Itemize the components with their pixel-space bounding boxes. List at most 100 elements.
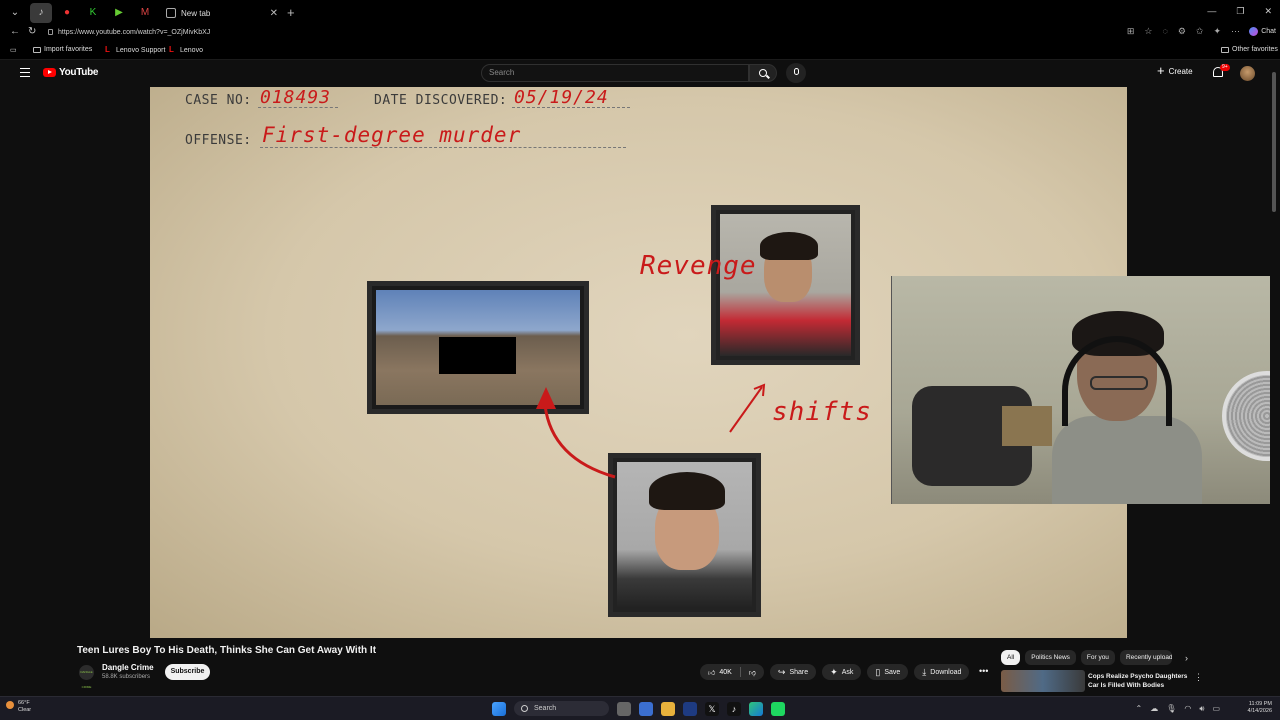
url-field[interactable]: https://www.youtube.com/watch?v=_OZjMivK… xyxy=(46,26,1116,40)
chip-for-you[interactable]: For you xyxy=(1080,650,1115,665)
subscriber-count: 58.8K subscribers xyxy=(102,674,151,680)
menu-icon[interactable] xyxy=(20,68,30,77)
new-tab-button[interactable]: + xyxy=(287,5,295,20)
weather-widget[interactable]: 66°F Clear xyxy=(6,700,32,714)
search-button[interactable] xyxy=(749,64,777,82)
recommendation-thumbnail[interactable] xyxy=(1001,670,1085,692)
tiktok-icon[interactable]: ♪ xyxy=(727,701,741,716)
apps-icon[interactable]: ⊞ xyxy=(1127,26,1135,37)
chevron-right-icon[interactable]: › xyxy=(1185,653,1188,663)
extension-icon[interactable]: ⚙ xyxy=(1178,26,1186,37)
create-button[interactable]: + Create xyxy=(1157,63,1193,78)
tab-title: New tab xyxy=(181,8,211,18)
folder-icon xyxy=(33,46,41,53)
minimize-button[interactable]: — xyxy=(1207,6,1216,17)
extensions-puzzle-icon[interactable]: ✦ xyxy=(1213,26,1221,37)
video-title: Teen Lures Boy To His Death, Thinks She … xyxy=(77,645,377,656)
chip-politics-news[interactable]: Politics News xyxy=(1025,650,1076,665)
back-button[interactable]: ← xyxy=(10,26,20,37)
download-icon: ⤓ xyxy=(922,666,927,677)
kick-tab-icon[interactable]: K xyxy=(82,3,104,23)
favorite-import[interactable]: Import favorites xyxy=(33,46,92,53)
recommendation-menu-icon[interactable]: ⋮ xyxy=(1194,672,1203,683)
youtube-logo[interactable]: YouTube xyxy=(43,67,99,78)
toolbar-icons: ⊞ ☆ ◌ ⚙ ✩ ✦ ⋯ xyxy=(1127,26,1240,37)
recommendation-title[interactable]: Cops Realize Psycho Daughters Car Is Fil… xyxy=(1088,672,1188,690)
favorite-label: Import favorites xyxy=(44,46,93,53)
download-button[interactable]: ⤓ Download xyxy=(914,664,970,680)
search-input[interactable]: Search xyxy=(481,64,749,82)
favorite-lenovo[interactable]: L Lenovo xyxy=(169,46,203,54)
video-actions: 👍︎ 40K 👎︎ ↪ Share ✦ Ask ▯ Save ⤓ Download xyxy=(700,664,970,680)
chip-recently-uploaded[interactable]: Recently uploaded xyxy=(1119,650,1172,665)
battery-icon[interactable]: ▭ xyxy=(1212,704,1220,714)
favorite-lenovo-support[interactable]: L Lenovo Support xyxy=(105,46,165,54)
reload-button[interactable]: ↻ xyxy=(28,26,36,37)
youtube-logo-text: YouTube xyxy=(59,67,99,78)
windows-taskbar: 66°F Clear Search 𝕏 ♪ ⌃ ☁ 🎙︎ ◠ 🔊︎ ▭ 11:0… xyxy=(0,696,1280,720)
favorite-label: Lenovo Support xyxy=(116,46,166,54)
more-icon[interactable]: ⋯ xyxy=(1231,26,1240,37)
bookmark-icon: ▯ xyxy=(875,666,881,677)
chat-label: Chat xyxy=(1261,28,1276,35)
clock-date: 4/14/2026 xyxy=(1247,708,1272,714)
audio-tab-icon[interactable]: ♪ xyxy=(30,2,52,23)
other-favorites[interactable]: Other favorites xyxy=(1221,46,1278,53)
account-avatar[interactable] xyxy=(1240,66,1255,81)
start-icon[interactable] xyxy=(492,701,506,716)
webcam-overlay xyxy=(891,276,1280,504)
tab-page-icon xyxy=(166,8,176,18)
file-explorer-icon[interactable] xyxy=(661,701,675,716)
channel-avatar[interactable]: DANGLE CRIME xyxy=(79,665,94,689)
plus-icon: + xyxy=(1157,63,1165,78)
create-label: Create xyxy=(1168,66,1193,76)
chip-all[interactable]: All xyxy=(1001,650,1021,665)
tab-actions-menu-icon[interactable]: ⌄ xyxy=(4,3,26,23)
dislike-button[interactable]: 👎︎ xyxy=(741,664,764,680)
channel-name[interactable]: Dangle Crime xyxy=(102,663,154,672)
x-app-icon[interactable]: 𝕏 xyxy=(705,701,719,716)
like-button[interactable]: 👍︎ 40K xyxy=(700,664,740,680)
favorites-icon[interactable]: ✩ xyxy=(1196,26,1204,37)
page-scrollbar[interactable] xyxy=(1270,60,1280,696)
ask-button[interactable]: ✦ Ask xyxy=(822,664,862,680)
onedrive-icon[interactable]: ☁ xyxy=(1150,704,1158,714)
weather-condition: Clear xyxy=(18,707,32,713)
volume-icon[interactable]: 🔊︎ xyxy=(1199,704,1204,714)
record-tab-icon[interactable]: ● xyxy=(56,3,78,23)
edge-icon[interactable] xyxy=(749,701,763,716)
play-tab-icon[interactable]: ▶ xyxy=(108,3,130,23)
share-button[interactable]: ↪ Share xyxy=(769,664,817,680)
subscribe-button[interactable]: Subscribe xyxy=(165,664,210,680)
scrollbar-thumb[interactable] xyxy=(1272,72,1276,212)
youtube-header: YouTube Search + Create 9+ xyxy=(0,60,1280,87)
save-button[interactable]: ▯ Save xyxy=(867,664,909,680)
copilot-icon xyxy=(1249,27,1259,36)
task-view-icon[interactable] xyxy=(617,701,631,716)
store-icon[interactable] xyxy=(683,701,697,716)
weather-icon xyxy=(6,701,14,709)
favorites-toggle-icon[interactable]: ▭ xyxy=(10,46,17,54)
wifi-icon[interactable]: ◠ xyxy=(1184,704,1191,714)
recommendation-chips: All Politics News For you Recently uploa… xyxy=(1001,650,1172,665)
mic-tray-icon[interactable]: 🎙︎ xyxy=(1166,704,1176,714)
other-favorites-label: Other favorites xyxy=(1232,46,1278,53)
tab-new-tab[interactable]: New tab ✕ xyxy=(160,3,284,23)
copilot-icon[interactable] xyxy=(639,701,653,716)
taskbar-clock[interactable]: 11:09 PM 4/14/2026 xyxy=(1248,701,1272,715)
spotify-icon[interactable] xyxy=(771,701,785,716)
gmail-tab-icon[interactable]: M xyxy=(134,3,156,23)
voice-search-button[interactable] xyxy=(786,63,806,83)
refresh-icon[interactable]: ◌ xyxy=(1162,26,1167,37)
ask-label: Ask xyxy=(841,668,854,676)
close-window-button[interactable]: ✕ xyxy=(1264,6,1272,17)
tray-chevron-icon[interactable]: ⌃ xyxy=(1136,704,1143,714)
close-tab-icon[interactable]: ✕ xyxy=(270,8,278,19)
folder-icon xyxy=(1221,46,1229,53)
favorite-star-icon[interactable]: ☆ xyxy=(1144,26,1152,37)
maximize-button[interactable]: ❐ xyxy=(1236,6,1244,17)
share-label: Share xyxy=(789,668,809,676)
chat-button[interactable]: Chat xyxy=(1249,27,1276,36)
more-actions-icon[interactable]: ••• xyxy=(979,666,988,676)
taskbar-search[interactable]: Search xyxy=(514,701,609,716)
